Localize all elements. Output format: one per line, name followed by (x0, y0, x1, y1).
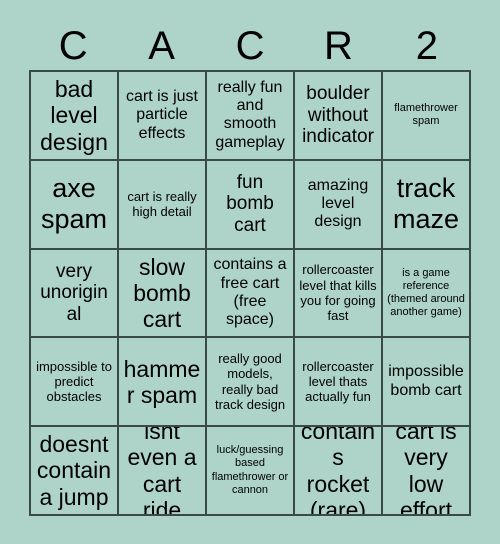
bingo-cell-r5c1[interactable]: doesnt contain a jump (31, 427, 119, 516)
bingo-cell-r2c4[interactable]: amazing level design (295, 160, 383, 250)
bingo-cell-r2c3[interactable]: fun bomb cart (207, 160, 295, 250)
bingo-cell-r2c5[interactable]: track maze (383, 160, 471, 250)
header-letter-2: A (148, 24, 175, 68)
bingo-cell-free-space[interactable]: contains a free cart (free space) (207, 249, 295, 339)
bingo-cell-label: contains a free cart (free space) (213, 256, 287, 329)
bingo-cell-r1c1[interactable]: bad level design (31, 72, 119, 161)
bingo-cell-label: rollercoaster level thats actually fun (302, 358, 374, 405)
bingo-cell-r4c4[interactable]: rollercoaster level thats actually fun (295, 338, 383, 428)
bingo-cell-r4c3[interactable]: really good models, really bad track des… (207, 338, 295, 428)
bingo-cell-r3c4[interactable]: rollercoaster level that kills you for g… (295, 249, 383, 339)
bingo-cell-label: slow bomb cart (133, 253, 191, 333)
bingo-cell-r5c3[interactable]: luck/guessing based flamethrower or cann… (207, 427, 295, 516)
bingo-cell-label: is a game reference (themed around anoth… (387, 266, 465, 319)
bingo-cell-r1c4[interactable]: boulder without indicator (295, 72, 383, 161)
header-letter-1: C (58, 24, 88, 68)
bingo-cell-r3c2[interactable]: slow bomb cart (119, 249, 207, 339)
bingo-cell-label: contains rocket (rare) (300, 427, 376, 516)
bingo-cell-r3c1[interactable]: very unoriginal (31, 249, 119, 339)
bingo-cell-label: bad level design (40, 76, 108, 155)
bingo-cell-label: luck/guessing based flamethrower or cann… (211, 444, 289, 496)
bingo-cell-label: very unoriginal (40, 260, 108, 325)
bingo-cell-label: cart is just particle effects (125, 87, 198, 142)
bingo-cell-r3c5[interactable]: is a game reference (themed around anoth… (383, 249, 471, 339)
header-letter-3: C (235, 24, 265, 68)
bingo-grid: bad level design cart is just particle e… (29, 70, 471, 516)
bingo-cell-label: cart is very low effort (395, 427, 457, 516)
bingo-cell-label: rollercoaster level that kills you for g… (299, 262, 377, 324)
bingo-cell-label: doesnt contain a jump (36, 431, 112, 510)
bingo-cell-r5c4[interactable]: contains rocket (rare) (295, 427, 383, 516)
bingo-cell-r2c2[interactable]: cart is really high detail (119, 160, 207, 250)
bingo-cell-r5c5[interactable]: cart is very low effort (383, 427, 471, 516)
bingo-cell-label: flamethrower spam (394, 102, 458, 128)
bingo-cell-label: impossible to predict obstacles (36, 358, 112, 405)
bingo-cell-label: cart is really high detail (127, 188, 197, 220)
bingo-cell-r2c1[interactable]: axe spam (31, 160, 119, 250)
bingo-cell-r1c5[interactable]: flamethrower spam (383, 72, 471, 161)
header-letter-5: 2 (415, 24, 438, 68)
bingo-cell-label: track maze (392, 173, 460, 235)
header-letter-4: R (323, 24, 353, 68)
bingo-cell-label: amazing level design (307, 176, 369, 231)
bingo-cell-label: really fun and smooth gameplay (215, 78, 285, 151)
bingo-cell-label: boulder without indicator (302, 82, 374, 148)
bingo-cell-r4c2[interactable]: hammer spam (119, 338, 207, 428)
bingo-cell-r1c2[interactable]: cart is just particle effects (119, 72, 207, 161)
bingo-cell-label: fun bomb cart (226, 171, 274, 237)
bingo-cell-label: really good models, really bad track des… (214, 351, 286, 413)
bingo-cell-r4c1[interactable]: impossible to predict obstacles (31, 338, 119, 428)
bingo-cell-label: impossible bomb cart (388, 363, 464, 399)
bingo-cell-r5c2[interactable]: isnt even a cart ride (119, 427, 207, 516)
bingo-cell-label: axe spam (40, 173, 108, 235)
bingo-cell-r1c3[interactable]: really fun and smooth gameplay (207, 72, 295, 161)
bingo-card: C A C R 2 bad level design cart is just … (0, 0, 500, 544)
bingo-header: C A C R 2 (29, 22, 471, 70)
bingo-cell-label: isnt even a cart ride (127, 427, 197, 516)
bingo-cell-label: hammer spam (123, 355, 201, 408)
bingo-cell-r4c5[interactable]: impossible bomb cart (383, 338, 471, 428)
